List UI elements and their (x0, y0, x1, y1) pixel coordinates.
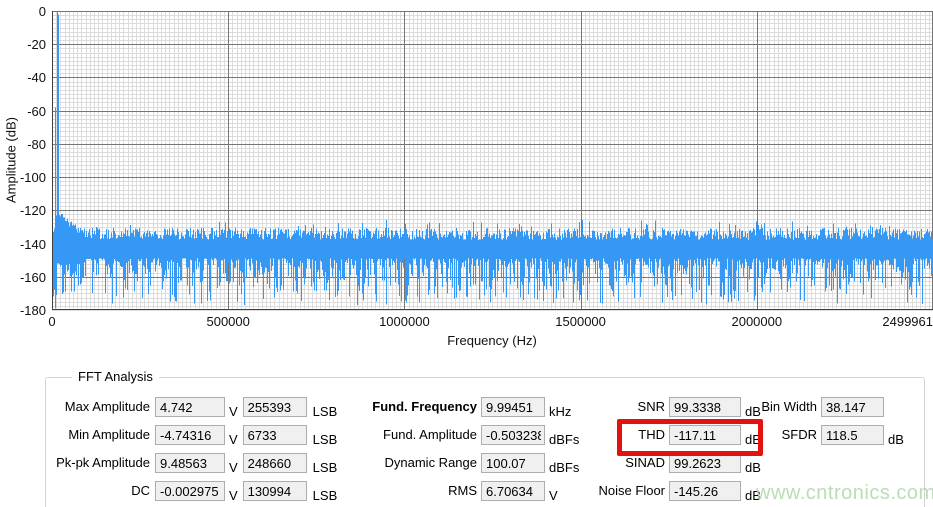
dc-value-field[interactable] (155, 481, 225, 501)
field-label-rms: RMS (448, 483, 477, 498)
dc-lsb-field[interactable] (242, 481, 307, 501)
panel-title: FFT Analysis (72, 369, 159, 384)
noise-floor-value-field[interactable] (669, 481, 741, 501)
field-label-noise-floor: Noise Floor (598, 483, 665, 498)
dynamic-range-value-field[interactable] (481, 453, 545, 473)
min-amplitude-lsb-unit: LSB (312, 431, 338, 447)
field-row-max-amplitude: Max Amplitude V LSB (40, 397, 338, 419)
field-label-fund-amplitude: Fund. Amplitude (383, 427, 477, 442)
x-tick-label: 1500000 (555, 314, 606, 329)
field-label-sinad: SINAD (625, 455, 665, 470)
field-row-sinad: SINAD dB (560, 453, 761, 475)
pk-pk-amplitude-lsb-unit: LSB (312, 459, 338, 475)
fund-amplitude-value-field[interactable] (481, 425, 545, 445)
pk-pk-amplitude-value-field[interactable] (155, 453, 225, 473)
x-tick-label: 500000 (206, 314, 250, 329)
field-row-dynamic-range: Dynamic RangedBFs (340, 453, 579, 475)
y-tick-label: -20 (27, 37, 46, 53)
y-axis-title: Amplitude (dB) (3, 117, 19, 203)
field-label-dc: DC (131, 483, 150, 498)
bin-width-value-field[interactable] (821, 397, 884, 417)
y-tick-label: -140 (19, 236, 46, 252)
min-amplitude-volts-unit: V (229, 431, 238, 447)
x-axis-title: Frequency (Hz) (447, 333, 537, 348)
sinad-unit: dB (745, 459, 761, 475)
field-row-fund-amplitude: Fund. AmplitudedBFs (340, 425, 579, 447)
field-label-bin-width: Bin Width (761, 399, 817, 414)
x-tick-label: 2000000 (731, 314, 783, 329)
max-amplitude-value-field[interactable] (155, 397, 225, 417)
y-tick-label: 0 (38, 4, 46, 19)
pk-pk-amplitude-volts-unit: V (229, 459, 238, 475)
dc-volts-unit: V (229, 487, 238, 503)
field-row-fund-frequency: Fund. FrequencykHz (340, 397, 571, 419)
y-tick-label: -180 (19, 303, 46, 318)
max-amplitude-volts-unit: V (229, 403, 238, 419)
max-amplitude-lsb-field[interactable] (242, 397, 307, 417)
field-label-max-amplitude: Max Amplitude (64, 399, 150, 414)
field-label-fund-frequency: Fund. Frequency (372, 399, 477, 414)
x-tick-label: 0 (48, 314, 56, 329)
fund-frequency-value-field[interactable] (481, 397, 545, 417)
field-label-thd: THD (638, 427, 665, 442)
field-row-bin-width: Bin Width (744, 397, 888, 417)
fft-analyzer-window: Amplitude (dB) 0 -20 -40 -60 -80 -100 -120 -140… (0, 0, 933, 507)
dc-lsb-unit: LSB (312, 487, 338, 503)
y-tick-label: -120 (19, 203, 46, 219)
spectrum-plot-canvas (52, 11, 933, 311)
rms-unit: V (549, 487, 558, 503)
sfdr-value-field[interactable] (821, 425, 884, 445)
field-row-snr: SNRdB (560, 397, 761, 419)
field-row-dc: DC V LSB (40, 481, 338, 503)
field-row-sfdr: SFDR dB (744, 425, 904, 447)
y-tick-label: -100 (19, 170, 46, 186)
x-tick-label: 2499961 (882, 314, 933, 329)
field-label-snr: SNR (637, 399, 665, 414)
y-tick-label: -60 (27, 103, 46, 119)
thd-value-field[interactable] (669, 425, 741, 445)
y-tick-label: -40 (27, 70, 46, 86)
field-label-min-amplitude: Min Amplitude (68, 427, 150, 442)
min-amplitude-value-field[interactable] (155, 425, 225, 445)
pk-pk-amplitude-lsb-field[interactable] (242, 453, 307, 473)
min-amplitude-lsb-field[interactable] (242, 425, 307, 445)
field-row-thd: THDdB (560, 425, 761, 447)
field-label-pk-pk-amplitude: Pk-pk Amplitude (56, 455, 150, 470)
field-label-dynamic-range: Dynamic Range (384, 455, 478, 470)
sinad-value-field[interactable] (669, 453, 741, 473)
rms-value-field[interactable] (481, 481, 545, 501)
y-tick-label: -80 (27, 136, 46, 152)
y-tick-label: -160 (19, 269, 46, 285)
field-row-min-amplitude: Min Amplitude V LSB (40, 425, 338, 447)
field-row-noise-floor: Noise Floor dB (560, 481, 761, 503)
field-row-rms: RMS V (340, 481, 558, 503)
field-label-sfdr: SFDR (781, 427, 817, 442)
max-amplitude-lsb-unit: LSB (312, 403, 338, 419)
field-row-pk-pk-amplitude: Pk-pk Amplitude V LSB (40, 453, 338, 475)
sfdr-unit: dB (888, 431, 904, 447)
snr-value-field[interactable] (669, 397, 741, 417)
noise-floor-unit: dB (745, 487, 761, 503)
x-tick-label: 1000000 (379, 314, 430, 329)
